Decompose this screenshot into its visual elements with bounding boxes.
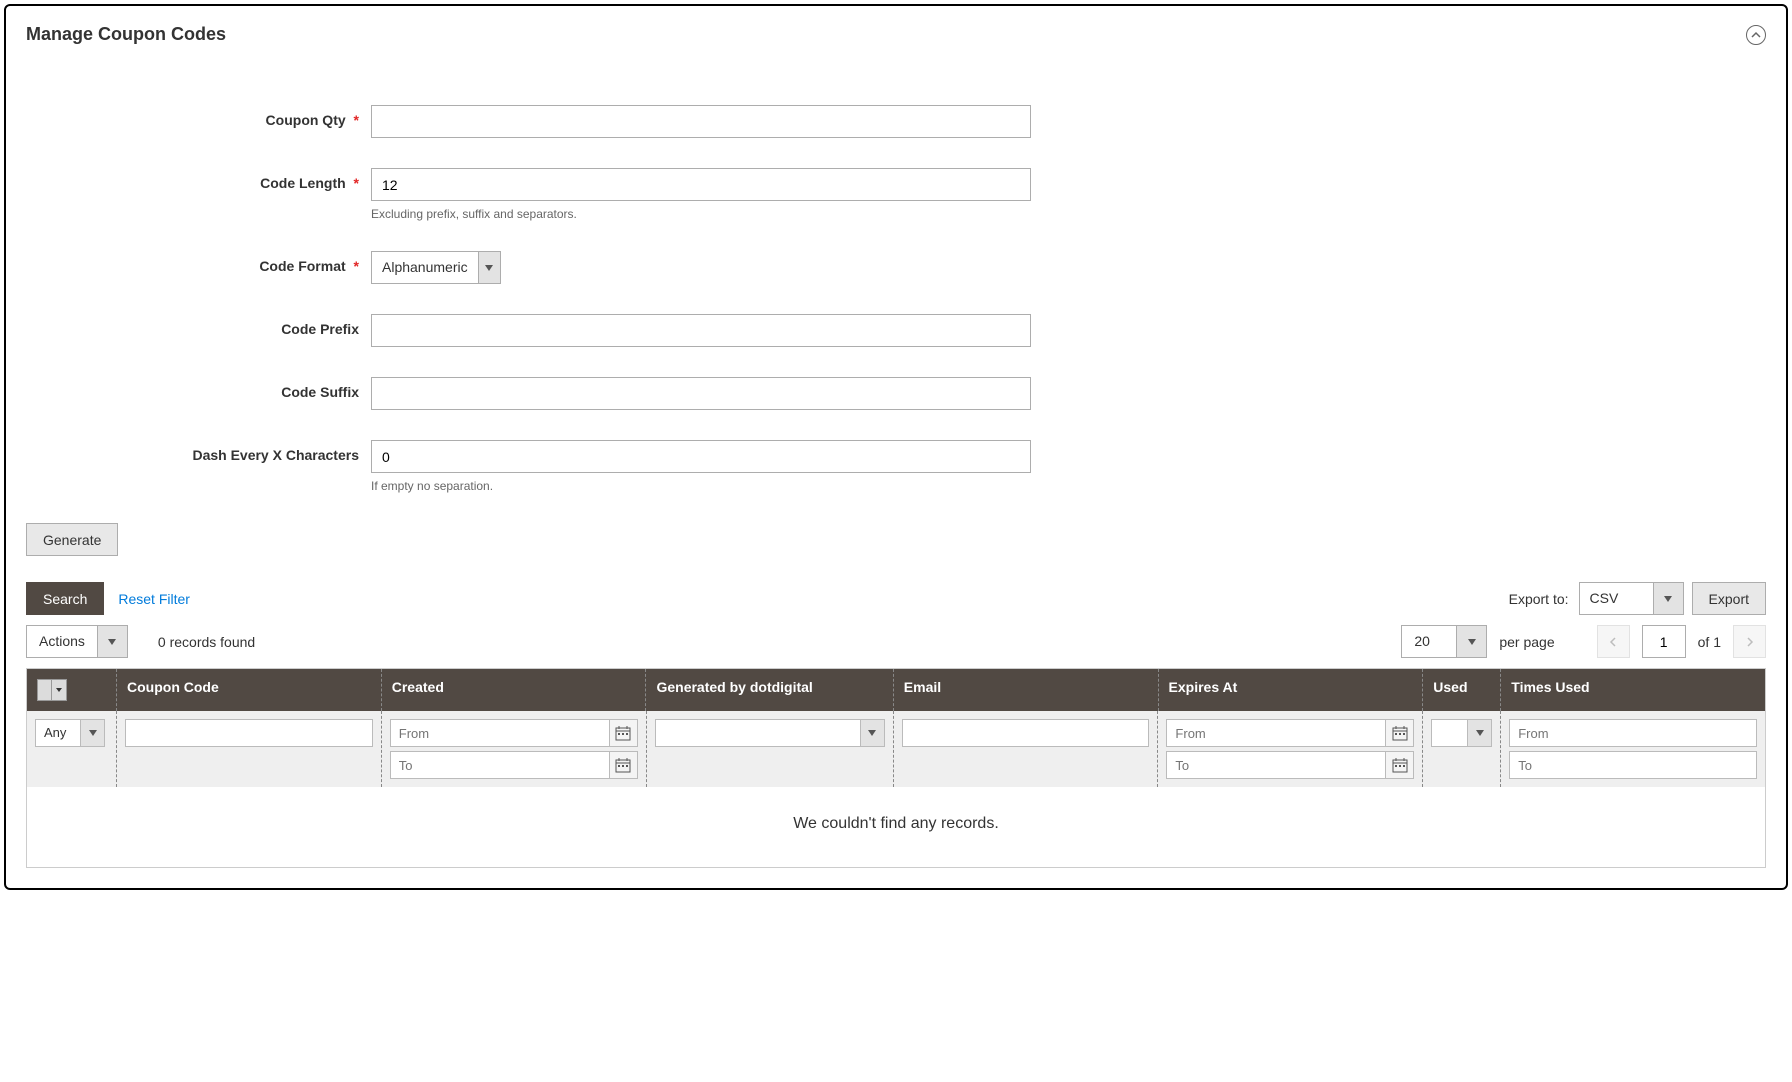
row-code-format: Code Format * Alphanumeric bbox=[26, 251, 1766, 284]
label-text: Code Format bbox=[259, 258, 345, 274]
calendar-button-expires-from[interactable] bbox=[1386, 719, 1414, 747]
chevron-down-icon bbox=[1653, 583, 1683, 614]
label-code-length: Code Length * bbox=[26, 168, 371, 191]
hint-dash-every: If empty no separation. bbox=[371, 479, 1031, 493]
dash-every-input[interactable] bbox=[371, 440, 1031, 473]
coupon-grid: Coupon Code Created Generated by dotdigi… bbox=[26, 668, 1766, 868]
per-page-value: 20 bbox=[1402, 626, 1456, 657]
filter-created-to[interactable] bbox=[390, 751, 610, 779]
row-dash-every: Dash Every X Characters If empty no sepa… bbox=[26, 440, 1766, 493]
panel-header: Manage Coupon Codes bbox=[26, 24, 1766, 45]
search-button[interactable]: Search bbox=[26, 582, 104, 615]
generate-button[interactable]: Generate bbox=[26, 523, 118, 556]
filter-select-any[interactable]: Any bbox=[35, 719, 105, 747]
export-to-label: Export to: bbox=[1509, 591, 1569, 607]
label-text: Code Length bbox=[260, 175, 346, 191]
calendar-button-created-from[interactable] bbox=[610, 719, 638, 747]
filter-expires-to[interactable] bbox=[1166, 751, 1386, 779]
records-found-text: 0 records found bbox=[158, 634, 255, 650]
label-code-format: Code Format * bbox=[26, 251, 371, 274]
filter-used-value bbox=[1432, 720, 1467, 746]
chevron-up-icon bbox=[1751, 30, 1761, 40]
chevron-down-icon bbox=[860, 720, 884, 746]
calendar-icon bbox=[1392, 757, 1408, 773]
row-code-prefix: Code Prefix bbox=[26, 314, 1766, 347]
label-dash-every: Dash Every X Characters bbox=[26, 440, 371, 463]
page-number-input[interactable] bbox=[1642, 625, 1686, 658]
reset-filter-link[interactable]: Reset Filter bbox=[104, 582, 204, 615]
col-header-used[interactable]: Used bbox=[1423, 669, 1501, 711]
calendar-icon bbox=[615, 725, 631, 741]
required-marker: * bbox=[354, 258, 359, 274]
collapse-toggle[interactable] bbox=[1746, 25, 1766, 45]
calendar-button-created-to[interactable] bbox=[610, 751, 638, 779]
required-marker: * bbox=[354, 175, 359, 191]
filter-generated-by-select[interactable] bbox=[655, 719, 885, 747]
label-text: Coupon Qty bbox=[266, 112, 346, 128]
panel-title: Manage Coupon Codes bbox=[26, 24, 226, 45]
filter-gen-value bbox=[656, 720, 860, 746]
filter-used-select[interactable] bbox=[1431, 719, 1492, 747]
filter-email[interactable] bbox=[902, 719, 1150, 747]
col-header-times-used[interactable]: Times Used bbox=[1501, 669, 1765, 711]
col-header-generated-by[interactable]: Generated by dotdigital bbox=[646, 669, 893, 711]
prev-page-button[interactable] bbox=[1597, 625, 1630, 658]
label-code-prefix: Code Prefix bbox=[26, 314, 371, 337]
code-format-value: Alphanumeric bbox=[372, 252, 478, 283]
calendar-icon bbox=[1392, 725, 1408, 741]
row-code-length: Code Length * Excluding prefix, suffix a… bbox=[26, 168, 1766, 221]
filter-created-from[interactable] bbox=[390, 719, 610, 747]
per-page-label: per page bbox=[1499, 634, 1554, 650]
code-suffix-input[interactable] bbox=[371, 377, 1031, 410]
filter-any-value: Any bbox=[36, 720, 80, 746]
calendar-icon bbox=[615, 757, 631, 773]
col-header-expires-at[interactable]: Expires At bbox=[1159, 669, 1424, 711]
grid-toolbar-bottom: Actions 0 records found 20 per page of 1 bbox=[26, 625, 1766, 658]
row-code-suffix: Code Suffix bbox=[26, 377, 1766, 410]
chevron-right-icon bbox=[1745, 637, 1755, 647]
col-header-email[interactable]: Email bbox=[894, 669, 1159, 711]
chevron-down-icon bbox=[80, 720, 104, 746]
code-prefix-input[interactable] bbox=[371, 314, 1031, 347]
code-length-input[interactable] bbox=[371, 168, 1031, 201]
grid-empty-message: We couldn't find any records. bbox=[27, 787, 1765, 867]
chevron-down-icon bbox=[1467, 720, 1491, 746]
grid-toolbar-top: Search Reset Filter Export to: CSV Expor… bbox=[26, 582, 1766, 615]
grid-filter-row: Any bbox=[27, 711, 1765, 787]
export-format-select[interactable]: CSV bbox=[1579, 582, 1684, 615]
col-header-created[interactable]: Created bbox=[382, 669, 647, 711]
hint-code-length: Excluding prefix, suffix and separators. bbox=[371, 207, 1031, 221]
col-header-select bbox=[27, 669, 117, 711]
calendar-button-expires-to[interactable] bbox=[1386, 751, 1414, 779]
page-total-label: of 1 bbox=[1698, 634, 1721, 650]
label-text: Code Suffix bbox=[281, 384, 359, 400]
filter-coupon-code[interactable] bbox=[125, 719, 373, 747]
label-text: Code Prefix bbox=[281, 321, 359, 337]
label-code-suffix: Code Suffix bbox=[26, 377, 371, 400]
select-all-toggle[interactable] bbox=[37, 679, 67, 701]
col-header-coupon-code[interactable]: Coupon Code bbox=[117, 669, 382, 711]
label-text: Dash Every X Characters bbox=[192, 447, 359, 463]
row-coupon-qty: Coupon Qty * bbox=[26, 105, 1766, 138]
filter-expires-from[interactable] bbox=[1166, 719, 1386, 747]
chevron-down-icon bbox=[1456, 626, 1486, 657]
export-format-value: CSV bbox=[1580, 583, 1653, 614]
actions-label: Actions bbox=[27, 626, 97, 657]
grid-header-row: Coupon Code Created Generated by dotdigi… bbox=[27, 669, 1765, 711]
chevron-down-icon bbox=[478, 252, 500, 283]
filter-times-from[interactable] bbox=[1509, 719, 1757, 747]
chevron-left-icon bbox=[1608, 637, 1618, 647]
coupon-form: Coupon Qty * Code Length * Excluding pre… bbox=[26, 105, 1766, 493]
next-page-button[interactable] bbox=[1733, 625, 1766, 658]
required-marker: * bbox=[354, 112, 359, 128]
mass-actions-select[interactable]: Actions bbox=[26, 625, 128, 658]
coupon-codes-panel: Manage Coupon Codes Coupon Qty * Code Le… bbox=[4, 4, 1788, 890]
coupon-qty-input[interactable] bbox=[371, 105, 1031, 138]
filter-times-to[interactable] bbox=[1509, 751, 1757, 779]
export-button[interactable]: Export bbox=[1692, 582, 1766, 615]
code-format-select[interactable]: Alphanumeric bbox=[371, 251, 501, 284]
chevron-down-icon bbox=[97, 626, 127, 657]
per-page-select[interactable]: 20 bbox=[1401, 625, 1487, 658]
label-coupon-qty: Coupon Qty * bbox=[26, 105, 371, 128]
